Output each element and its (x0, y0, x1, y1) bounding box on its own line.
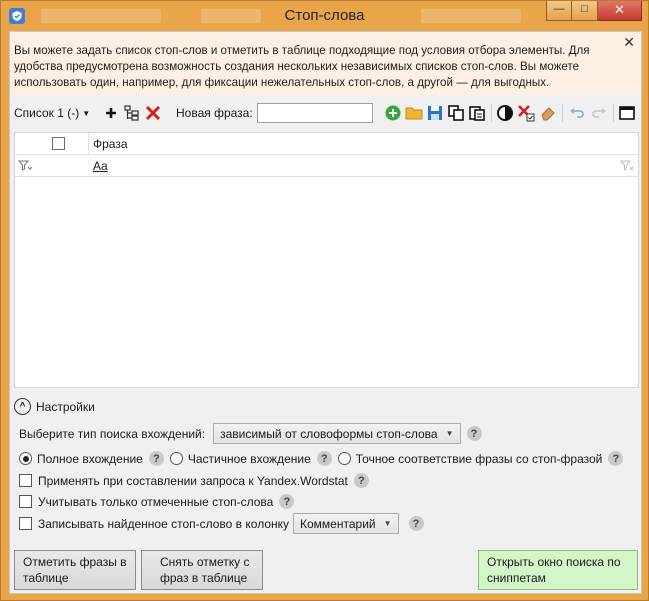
button-label: фраз в таблице (160, 571, 248, 585)
clear-checked-icon[interactable] (517, 104, 535, 122)
search-type-value: зависимый от словоформы стоп-слова (220, 426, 438, 441)
folder-icon[interactable] (405, 104, 423, 122)
match-type-row: Полное вхождение ? Частичное вхождение ?… (19, 451, 624, 466)
contrast-icon[interactable] (496, 104, 514, 122)
paste-icon[interactable] (468, 104, 486, 122)
marked-only-checkbox[interactable] (19, 495, 32, 508)
column-divider (88, 133, 89, 155)
mark-phrases-button[interactable]: Отметить фразы в таблице (14, 550, 136, 590)
chevron-down-icon: ▼ (445, 429, 454, 438)
filter-icon[interactable] (17, 160, 33, 175)
close-button[interactable]: ✕ (598, 1, 642, 21)
window-controls: — □ ✕ (546, 1, 642, 23)
help-icon[interactable]: ? (408, 516, 424, 531)
settings-toggle[interactable]: ^ Настройки (14, 398, 95, 415)
filter-row: Aa (15, 155, 638, 177)
write-column-checkbox[interactable] (19, 517, 32, 530)
new-phrase-label: Новая фраза: (176, 106, 253, 120)
new-phrase-input[interactable] (257, 103, 373, 123)
stopwords-window: Стоп-слова — □ ✕ Вы можете задать список… (0, 0, 649, 601)
client-area: Вы можете задать список стоп-слов и отме… (9, 31, 642, 594)
chevron-down-icon: ▼ (82, 108, 91, 118)
button-label: Отметить фразы в (23, 555, 127, 569)
radio-full-label[interactable]: Полное вхождение (37, 452, 143, 466)
close-icon: ✕ (614, 2, 625, 17)
unmark-phrases-button[interactable]: Снять отметку с фраз в таблице (141, 550, 263, 590)
help-icon[interactable]: ? (148, 451, 164, 466)
toolbar-divider (491, 104, 492, 122)
info-panel: Вы можете задать список стоп-слов и отме… (10, 32, 641, 95)
list-select-value: Список 1 (-) (14, 106, 80, 120)
button-label: Снять отметку с (160, 555, 250, 569)
redo-icon[interactable] (590, 104, 608, 122)
radio-full-match[interactable] (19, 452, 32, 465)
select-all-checkbox[interactable] (52, 137, 65, 150)
list-select-dropdown[interactable]: Список 1 (-) ▼ (14, 102, 90, 124)
copy-icon[interactable] (447, 104, 465, 122)
column-dropdown[interactable]: Комментарий ▼ (293, 513, 399, 534)
radio-exact-label[interactable]: Точное соответствие фразы со стоп-фразой (356, 452, 603, 466)
settings-label: Настройки (36, 399, 95, 414)
write-column-row: Записывать найденное стоп-слово в колонк… (19, 513, 424, 534)
toolbar-divider (562, 104, 563, 122)
search-type-row: Выберите тип поиска вхождений: зависимый… (19, 423, 482, 444)
write-column-label[interactable]: Записывать найденное стоп-слово в колонк… (38, 517, 289, 531)
save-icon[interactable] (426, 104, 444, 122)
eraser-icon[interactable] (539, 104, 557, 122)
wordstat-row: Применять при составлении запроса к Yand… (19, 473, 369, 488)
help-icon[interactable]: ? (353, 473, 369, 488)
marked-only-label[interactable]: Учитывать только отмеченные стоп-слова (38, 495, 273, 509)
search-type-dropdown[interactable]: зависимый от словоформы стоп-слова ▼ (213, 423, 461, 444)
column-value: Комментарий (300, 516, 376, 531)
maximize-button[interactable]: □ (572, 1, 598, 21)
button-label: таблице (23, 571, 69, 585)
maximize-icon: □ (581, 3, 588, 15)
help-icon[interactable]: ? (316, 451, 332, 466)
add-icon[interactable] (102, 104, 120, 122)
help-icon[interactable]: ? (279, 494, 295, 509)
info-close-icon[interactable]: ✕ (623, 34, 635, 50)
radio-partial-match[interactable] (169, 452, 183, 465)
toolbar-divider (613, 104, 614, 122)
phrases-grid[interactable]: Фраза Aa (14, 132, 639, 388)
button-label: Открыть окно поиска по (487, 555, 621, 569)
filter-clear-icon[interactable] (619, 160, 634, 175)
filter-case-toggle[interactable]: Aa (93, 159, 108, 173)
chevron-down-icon: ▼ (383, 519, 392, 528)
help-icon[interactable]: ? (608, 451, 624, 466)
tree-icon[interactable] (123, 104, 141, 122)
radio-exact-match[interactable] (337, 452, 351, 465)
delete-icon[interactable] (144, 104, 162, 122)
search-type-label: Выберите тип поиска вхождений: (19, 426, 206, 441)
open-snippets-button[interactable]: Открыть окно поиска по сниппетам (478, 550, 638, 590)
wordstat-label[interactable]: Применять при составлении запроса к Yand… (38, 474, 348, 488)
add-green-icon[interactable] (384, 104, 402, 122)
toolbar: Список 1 (-) ▼ Новая фраза: (10, 96, 641, 130)
help-icon[interactable]: ? (466, 426, 482, 441)
button-label: сниппетам (487, 571, 546, 585)
info-text-line: использовать один, например, для фиксаци… (14, 76, 550, 89)
marked-only-row: Учитывать только отмеченные стоп-слова ? (19, 494, 295, 509)
window-icon[interactable] (618, 104, 636, 122)
info-text-line: удобства предусмотрена возможность созда… (14, 60, 580, 73)
chevron-up-icon: ^ (14, 398, 31, 415)
column-header-phrase[interactable]: Фраза (93, 137, 128, 151)
title-bar[interactable]: Стоп-слова — □ ✕ (1, 1, 648, 31)
undo-icon[interactable] (568, 104, 586, 122)
minimize-icon: — (553, 3, 565, 15)
minimize-button[interactable]: — (546, 1, 572, 21)
grid-header: Фраза (15, 133, 638, 155)
wordstat-checkbox[interactable] (19, 474, 32, 487)
info-text-line: Вы можете задать список стоп-слов и отме… (14, 44, 590, 57)
radio-partial-label[interactable]: Частичное вхождение (188, 452, 311, 466)
